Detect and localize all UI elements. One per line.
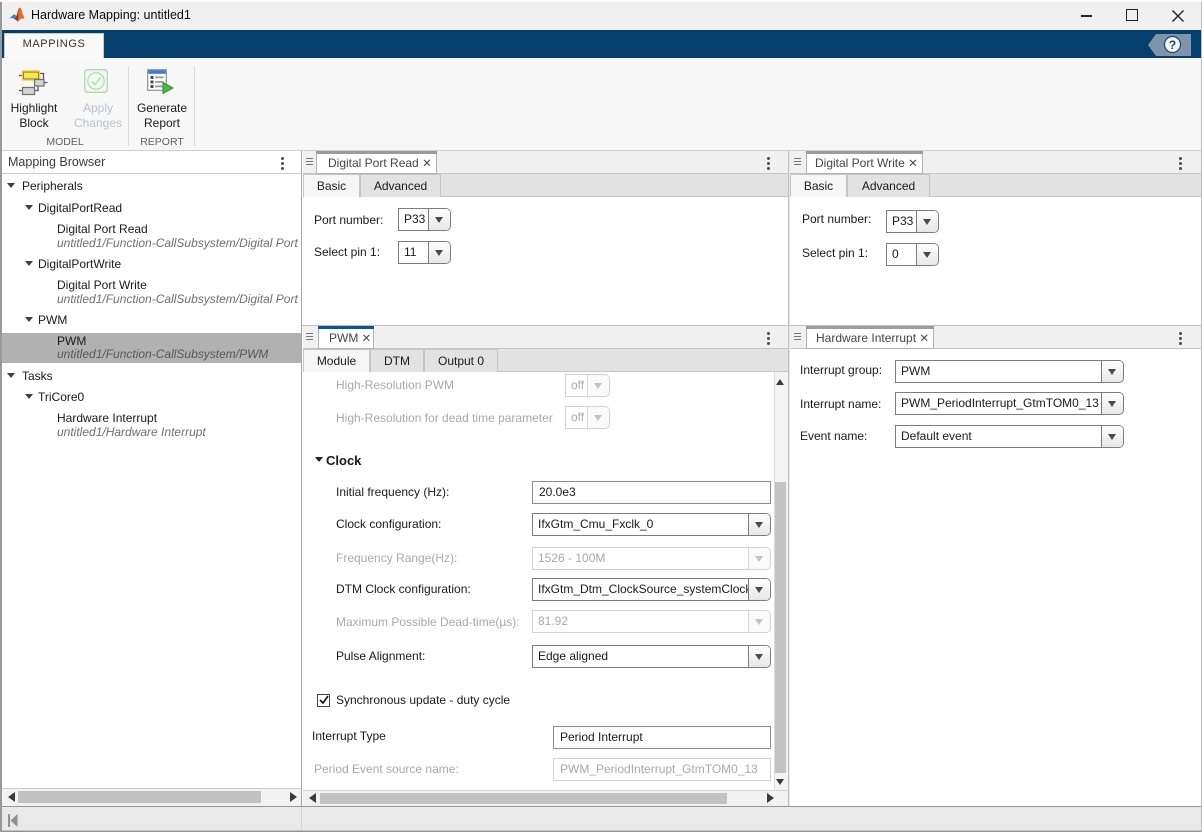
svg-text:?: ? xyxy=(1169,38,1176,52)
